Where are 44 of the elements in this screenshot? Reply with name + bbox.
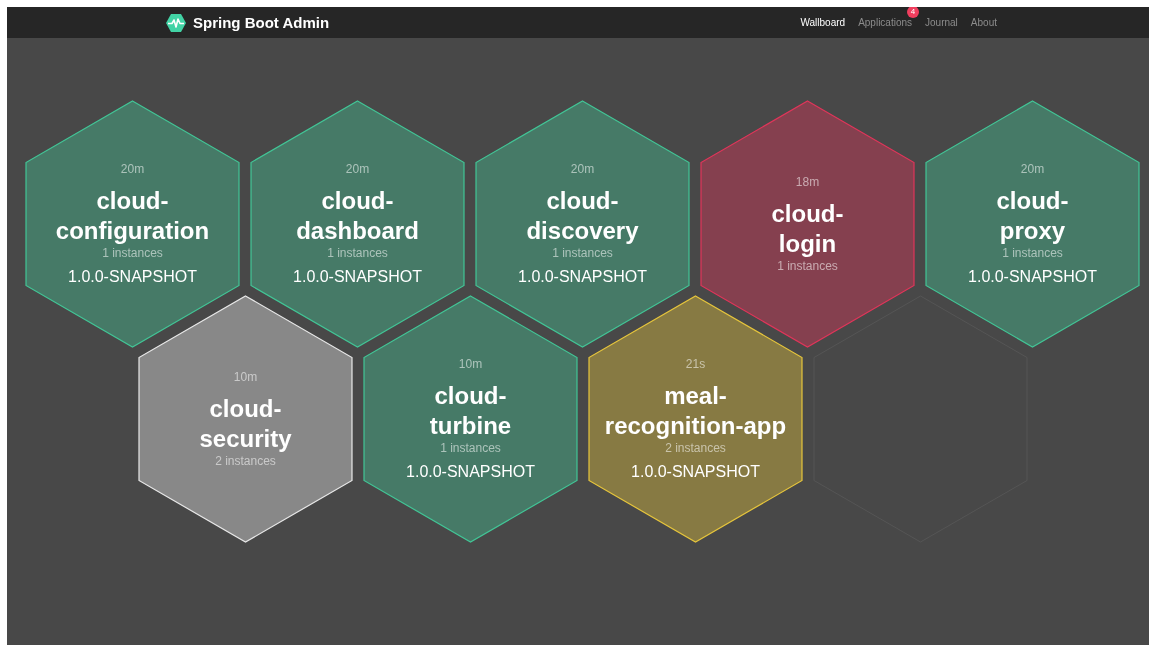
uptime-label: 20m [1020, 162, 1045, 176]
nav-link[interactable]: About [970, 17, 997, 28]
instance-count: 2 instances [665, 441, 726, 455]
instance-count: 1 instances [327, 246, 388, 260]
instance-count: 1 instances [1002, 246, 1063, 260]
uptime-label: 10m [458, 357, 483, 371]
application-name: meal-recognition-app [603, 381, 788, 441]
hexagon-tile[interactable] [700, 100, 915, 348]
version-label: 1.0.0-SNAPSHOT [968, 268, 1097, 286]
nav-link[interactable]: Wallboard [800, 17, 846, 28]
version-label: 1.0.0-SNAPSHOT [631, 463, 760, 481]
hexagon-tile[interactable] [588, 295, 803, 543]
count-badge: 4 [907, 7, 920, 18]
application-name: cloud-login [770, 199, 845, 259]
instance-count: 1 instances [777, 259, 838, 273]
nav-link[interactable]: Applications [858, 17, 913, 28]
uptime-label: 21s [685, 357, 706, 371]
application-name: cloud-discovery [525, 186, 640, 246]
hexagon-tile[interactable] [250, 100, 465, 348]
application-name: cloud-turbine [428, 381, 513, 441]
brand-title: Spring Boot Admin [193, 14, 330, 31]
version-label: 1.0.0-SNAPSHOT [68, 268, 197, 286]
uptime-label: 18m [795, 175, 820, 189]
instance-count: 1 instances [440, 441, 501, 455]
hexagon-tile[interactable] [925, 100, 1140, 348]
uptime-label: 10m [233, 370, 258, 384]
version-label: 1.0.0-SNAPSHOT [293, 268, 422, 286]
heartbeat-icon [166, 13, 186, 32]
application-name: cloud-dashboard [295, 186, 420, 246]
application-name: cloud-configuration [54, 186, 211, 246]
nav-link[interactable]: Journal [925, 17, 958, 28]
version-label: 1.0.0-SNAPSHOT [406, 463, 535, 481]
hexagon-tile[interactable] [475, 100, 690, 348]
uptime-label: 20m [120, 162, 145, 176]
instance-count: 1 instances [102, 246, 163, 260]
uptime-label: 20m [345, 162, 370, 176]
instance-count: 1 instances [552, 246, 613, 260]
application-name: cloud-security [198, 394, 293, 454]
hexagon-tile[interactable] [25, 100, 240, 348]
hexagon-tile[interactable] [363, 295, 578, 543]
application-name: cloud-proxy [995, 186, 1070, 246]
version-label: 1.0.0-SNAPSHOT [518, 268, 647, 286]
uptime-label: 20m [570, 162, 595, 176]
instance-count: 2 instances [215, 454, 276, 468]
